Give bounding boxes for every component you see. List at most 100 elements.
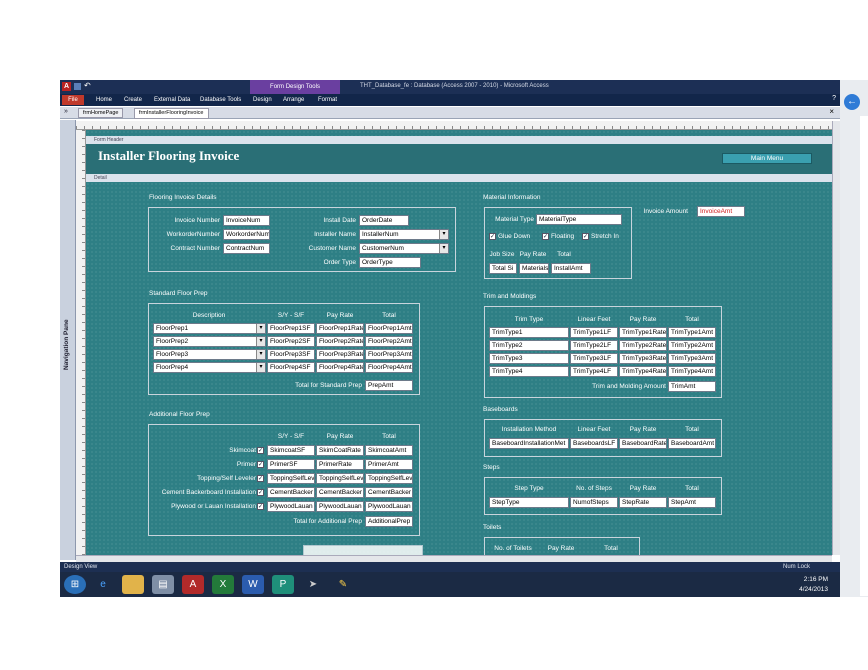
floor-prep-rate-field[interactable]: FloorPrep3Rate [316,349,364,360]
plywood-lauan-amt-field[interactable]: PlywoodLauan [365,501,413,512]
baseboard-amt-field[interactable]: BaseboardAmt [668,438,716,449]
trim-type-field[interactable]: TrimType3 [489,353,569,364]
trim-rate-field[interactable]: TrimType2Rate [619,340,667,351]
publisher-icon[interactable]: P [272,575,294,594]
floor-prep-combo[interactable]: FloorPrep1 [153,323,266,334]
shutter-bar-icon[interactable]: » [64,108,68,115]
trim-amt-total-field[interactable]: TrimAmt [668,381,716,392]
primer-amt-field[interactable]: PrimerAmt [365,459,413,470]
save-icon[interactable] [74,83,81,90]
primer-rate-field[interactable]: PrimerRate [316,459,364,470]
tab-arrange[interactable]: Arrange [283,95,304,105]
material-rate-field[interactable]: Materials [519,263,549,274]
floating-checkbox[interactable]: ✓ [542,233,549,240]
topping-checkbox[interactable]: ✓ [257,475,264,482]
floor-prep-sf-field[interactable]: FloorPrep3SF [267,349,315,360]
skimcoat-rate-field[interactable]: SkimCoatRate [316,445,364,456]
tab-design[interactable]: Design [253,95,272,105]
doc-tab-home-page[interactable]: frmHomePage [78,108,124,118]
form-design-canvas[interactable]: Form Header Installer Flooring Invoice M… [86,130,832,555]
topping-sf-field[interactable]: ToppingSelfLev [267,473,315,484]
primer-sf-field[interactable]: PrimerSF [267,459,315,470]
undo-icon[interactable]: ↶ [84,81,91,90]
cement-backer-amt-field[interactable]: CementBacker [365,487,413,498]
excel-icon[interactable]: X [212,575,234,594]
floor-prep-amt-field[interactable]: FloorPrep4Amt [365,362,413,373]
invoice-amount-field[interactable]: InvoiceAmt [697,206,745,217]
trim-rate-field[interactable]: TrimType1Rate [619,327,667,338]
baseboard-lf-field[interactable]: BaseboardsLF [570,438,618,449]
form-title[interactable]: Installer Flooring Invoice [98,148,239,164]
floor-prep-amt-field[interactable]: FloorPrep3Amt [365,349,413,360]
doc-tab-installer-flooring-invoice[interactable]: frmInstallerFlooringInvoice [134,108,209,119]
skimcoat-checkbox[interactable]: ✓ [257,447,264,454]
access-taskbar-icon[interactable]: A [182,575,204,594]
calculator-icon[interactable]: ▤ [152,575,174,594]
invoice-number-field[interactable]: InvoiceNum [223,215,270,226]
tab-create[interactable]: Create [124,95,142,105]
tab-format[interactable]: Format [318,95,337,105]
trim-amt-field[interactable]: TrimType1Amt [668,327,716,338]
floor-prep-rate-field[interactable]: FloorPrep1Rate [316,323,364,334]
floor-prep-rate-field[interactable]: FloorPrep2Rate [316,336,364,347]
tab-file[interactable]: File [62,95,84,105]
form-header-section-bar[interactable]: Form Header [86,136,832,144]
back-button-icon[interactable]: ← [844,94,860,110]
plywood-lauan-checkbox[interactable]: ✓ [257,503,264,510]
skimcoat-sf-field[interactable]: SkimcoatSF [267,445,315,456]
trim-type-field[interactable]: TrimType2 [489,340,569,351]
stretch-in-checkbox[interactable]: ✓ [582,233,589,240]
contract-number-field[interactable]: ContractNum [223,243,270,254]
plywood-lauan-rate-field[interactable]: PlywoodLauan [316,501,364,512]
word-icon[interactable]: W [242,575,264,594]
trim-lf-field[interactable]: TrimType4LF [570,366,618,377]
trim-type-field[interactable]: TrimType1 [489,327,569,338]
baseboard-rate-field[interactable]: BaseboardRate [619,438,667,449]
close-icon[interactable]: × [829,107,834,116]
trim-type-field[interactable]: TrimType4 [489,366,569,377]
floor-prep-combo[interactable]: FloorPrep3 [153,349,266,360]
job-size-field[interactable]: Total Si [489,263,517,274]
vertical-scrollbar[interactable] [832,121,840,555]
navigation-pane[interactable]: Navigation Pane [60,120,76,560]
floor-prep-sf-field[interactable]: FloorPrep4SF [267,362,315,373]
internet-explorer-icon[interactable]: e [92,575,114,594]
trim-rate-field[interactable]: TrimType4Rate [619,366,667,377]
horizontal-scrollbar[interactable] [76,555,832,562]
tab-database-tools[interactable]: Database Tools [200,95,241,105]
floor-prep-rate-field[interactable]: FloorPrep4Rate [316,362,364,373]
trim-lf-field[interactable]: TrimType1LF [570,327,618,338]
background-browser-window[interactable]: ← [840,80,868,597]
trim-amt-field[interactable]: TrimType3Amt [668,353,716,364]
cement-backer-sf-field[interactable]: CementBacker [267,487,315,498]
detail-section-bar[interactable]: Detail [86,174,832,182]
order-type-field[interactable]: OrderType [359,257,421,268]
trim-amt-field[interactable]: TrimType2Amt [668,340,716,351]
floor-prep-sf-field[interactable]: FloorPrep1SF [267,323,315,334]
install-date-field[interactable]: OrderDate [359,215,409,226]
help-icon[interactable]: ? [832,95,836,102]
prep-amt-field[interactable]: PrepAmt [365,380,413,391]
cement-backer-rate-field[interactable]: CementBacker [316,487,364,498]
topping-rate-field[interactable]: ToppingSelfLev [316,473,364,484]
main-menu-button[interactable]: Main Menu [722,153,812,164]
app-icon[interactable]: ➤ [302,575,324,594]
floor-prep-amt-field[interactable]: FloorPrep1Amt [365,323,413,334]
skimcoat-amt-field[interactable]: SkimcoatAmt [365,445,413,456]
num-of-steps-field[interactable]: NumofSteps [570,497,618,508]
step-rate-field[interactable]: StepRate [619,497,667,508]
additional-prep-amt-field[interactable]: AdditionalPrep [365,516,413,527]
floor-prep-sf-field[interactable]: FloorPrep2SF [267,336,315,347]
start-button-icon[interactable]: ⊞ [64,575,86,594]
customer-name-combo[interactable]: CustomerNum [359,243,449,254]
trim-amt-field[interactable]: TrimType4Amt [668,366,716,377]
step-amt-field[interactable]: StepAmt [668,497,716,508]
trim-lf-field[interactable]: TrimType2LF [570,340,618,351]
baseboard-method-field[interactable]: BaseboardInstallationMet [489,438,569,449]
installer-name-combo[interactable]: InstallerNum [359,229,449,240]
paint-icon[interactable]: ✎ [332,575,354,594]
install-amt-field[interactable]: InstallAmt [551,263,591,274]
primer-checkbox[interactable]: ✓ [257,461,264,468]
floor-prep-combo[interactable]: FloorPrep2 [153,336,266,347]
material-type-field[interactable]: MaterialType [536,214,622,225]
